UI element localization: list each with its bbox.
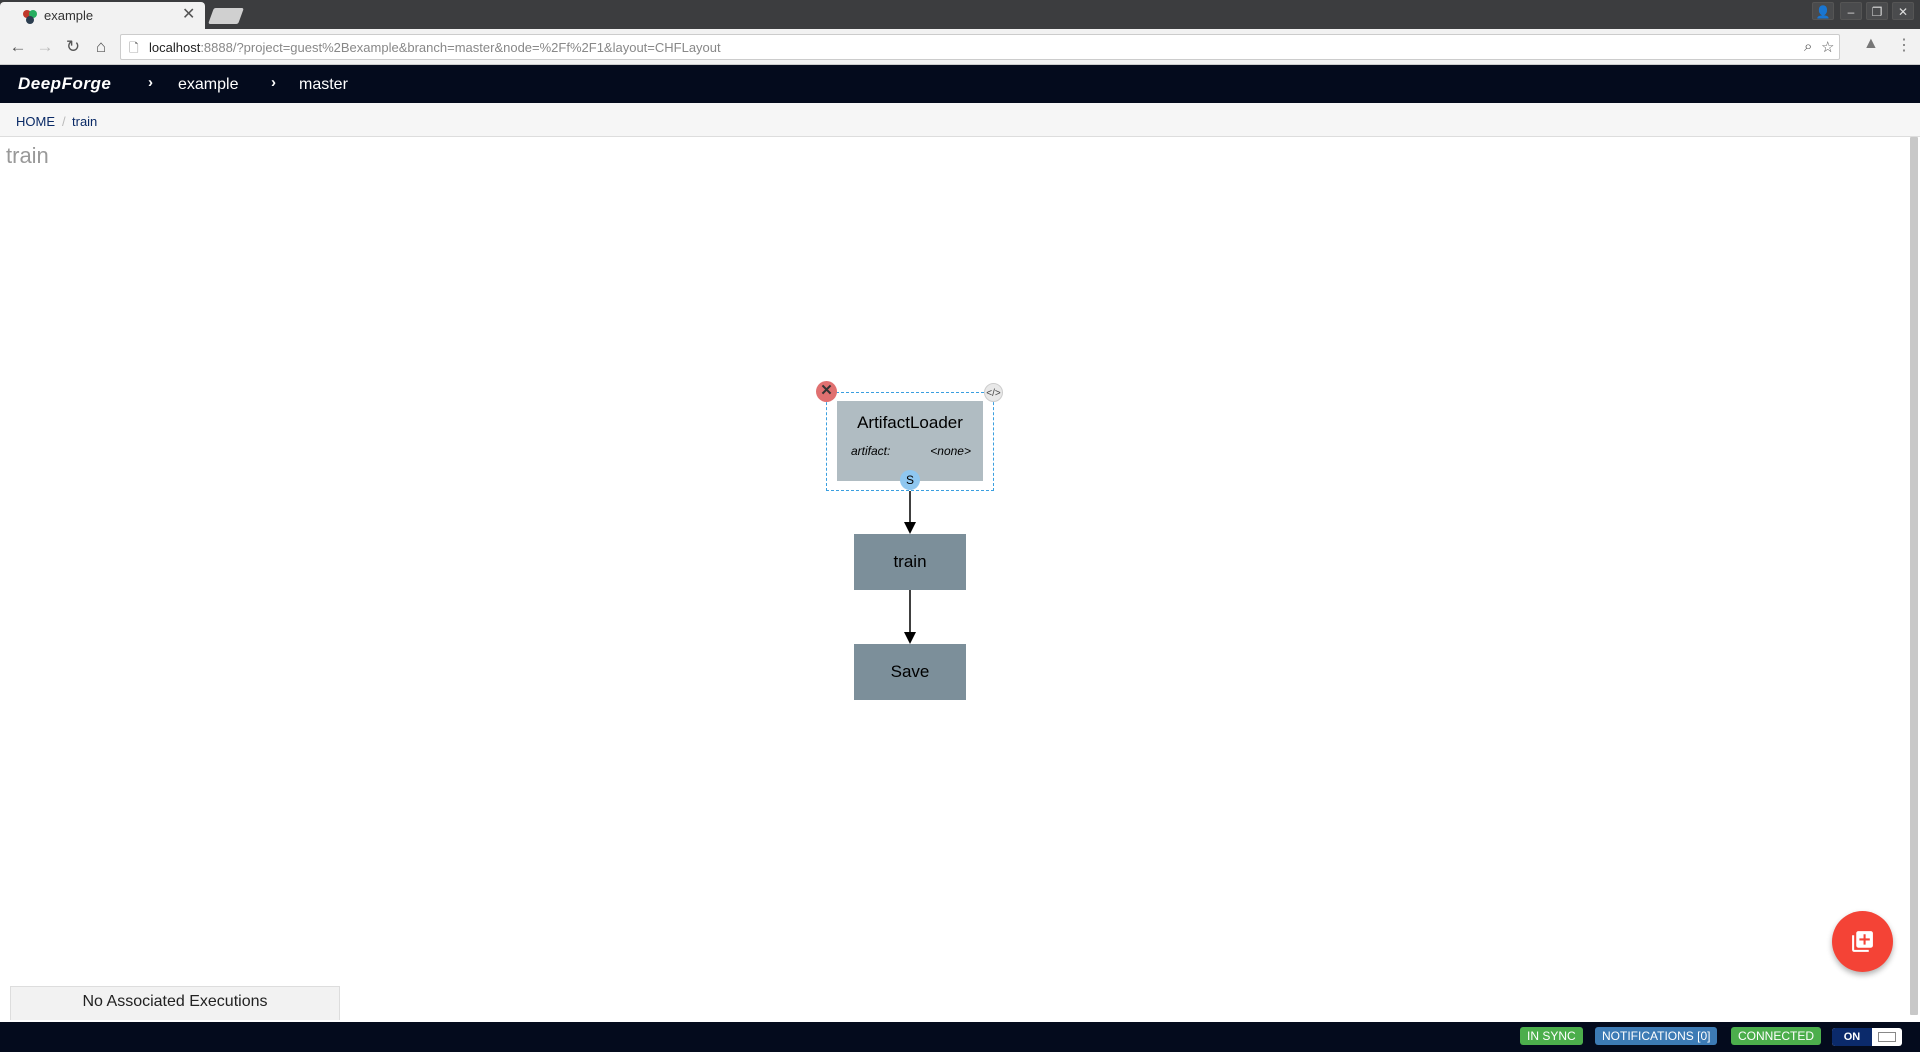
executions-label: No Associated Executions bbox=[82, 993, 268, 1010]
node-name: train bbox=[893, 552, 927, 571]
zoom-icon[interactable]: ⌕ bbox=[1804, 38, 1812, 55]
minimize-button[interactable]: – bbox=[1840, 2, 1862, 20]
node-save[interactable]: Save bbox=[854, 644, 966, 700]
output-port[interactable]: S bbox=[900, 470, 920, 490]
app-header: DeepForge › example › master bbox=[0, 65, 1920, 103]
new-tab-button[interactable] bbox=[208, 8, 244, 24]
graph-edges bbox=[904, 491, 916, 644]
connection-badge: CONNECTED bbox=[1731, 1027, 1822, 1045]
address-bar[interactable]: 🗋 localhost:8888/?project=guest%2Bexampl… bbox=[120, 34, 1840, 60]
chrome-menu-icon[interactable]: ⋮ bbox=[1896, 35, 1912, 55]
project-crumb[interactable]: example bbox=[178, 76, 238, 94]
browser-tab[interactable]: example ✕ bbox=[0, 2, 205, 29]
back-icon[interactable]: ← bbox=[6, 35, 30, 59]
delete-node-icon[interactable]: ✕ bbox=[816, 381, 837, 402]
extension-icon[interactable]: ▲ bbox=[1863, 35, 1879, 53]
node-artifact-loader[interactable]: ArtifactLoader artifact: <none> bbox=[837, 401, 983, 481]
notifications-badge[interactable]: NOTIFICATIONS [0] bbox=[1595, 1027, 1718, 1045]
home-icon[interactable]: ⌂ bbox=[89, 35, 113, 59]
breadcrumb: HOME / train bbox=[0, 103, 1920, 137]
attribute-label: artifact: bbox=[851, 444, 891, 458]
tab-close-icon[interactable]: ✕ bbox=[182, 6, 195, 24]
deepforge-favicon-icon bbox=[23, 10, 37, 24]
scrollbar[interactable] bbox=[1910, 137, 1918, 1015]
status-footer: IN SYNC NOTIFICATIONS [0] CONNECTED ON bbox=[0, 1022, 1920, 1052]
node-name: Save bbox=[890, 662, 930, 681]
tab-title: example bbox=[44, 8, 94, 23]
keyboard-toggle[interactable]: ON bbox=[1832, 1028, 1902, 1046]
chevron-right-icon: › bbox=[148, 74, 153, 91]
page-info-icon[interactable]: 🗋 bbox=[129, 39, 139, 60]
breadcrumb-home[interactable]: HOME bbox=[16, 114, 55, 129]
browser-tab-strip: example ✕ 👤 – ❐ ✕ bbox=[0, 0, 1920, 29]
restore-button[interactable]: ❐ bbox=[1866, 2, 1888, 20]
add-box-icon bbox=[1852, 931, 1873, 952]
profile-icon[interactable]: 👤 bbox=[1812, 2, 1834, 20]
url-text: localhost:8888/?project=guest%2Bexample&… bbox=[149, 40, 721, 55]
close-window-button[interactable]: ✕ bbox=[1892, 2, 1914, 20]
page-title: train bbox=[6, 143, 49, 168]
brand-logo[interactable]: DeepForge bbox=[18, 74, 111, 94]
sync-badge: IN SYNC bbox=[1520, 1027, 1583, 1045]
bookmark-star-icon[interactable]: ☆ bbox=[1821, 38, 1834, 56]
branch-crumb[interactable]: master bbox=[299, 76, 348, 94]
breadcrumb-current[interactable]: train bbox=[72, 114, 97, 129]
forward-icon[interactable]: → bbox=[33, 35, 57, 59]
chevron-right-icon: › bbox=[271, 74, 276, 91]
keyboard-icon bbox=[1878, 1032, 1896, 1042]
browser-toolbar: ← → ↻ ⌂ 🗋 localhost:8888/?project=guest%… bbox=[0, 29, 1920, 65]
node-train[interactable]: train bbox=[854, 534, 966, 590]
edit-code-icon[interactable]: </> bbox=[984, 383, 1003, 402]
breadcrumb-separator: / bbox=[62, 114, 66, 129]
node-name: ArtifactLoader bbox=[857, 413, 963, 432]
attribute-value[interactable]: <none> bbox=[930, 444, 971, 458]
add-operation-button[interactable] bbox=[1832, 911, 1893, 972]
reload-icon[interactable]: ↻ bbox=[61, 35, 85, 59]
executions-panel[interactable]: No Associated Executions bbox=[10, 986, 340, 1020]
toggle-on-label: ON bbox=[1832, 1028, 1872, 1046]
